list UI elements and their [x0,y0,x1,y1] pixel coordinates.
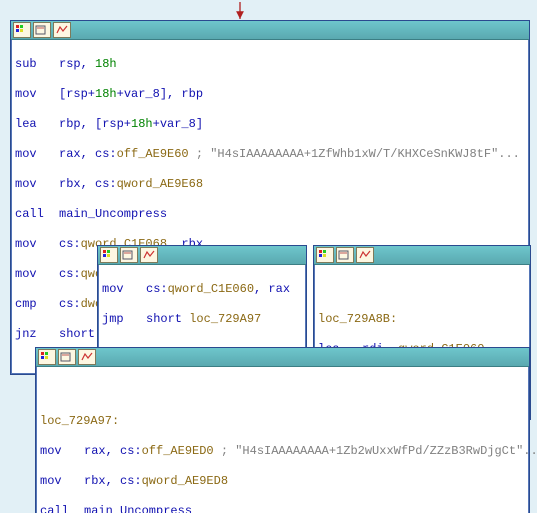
block-label: loc_729A8B: [318,312,397,326]
palette-icon[interactable] [38,349,56,365]
block-label: loc_729A97: [40,414,119,428]
disassembly[interactable]: movcs:qword_C1E060, rax jmpshort loc_729… [98,265,306,359]
edit-icon[interactable] [58,349,76,365]
palette-icon[interactable] [13,22,31,38]
disassembly[interactable]: loc_729A97: movrax, cs:off_AE9ED0 ; "H4s… [36,367,529,513]
palette-icon[interactable] [100,247,118,263]
cfg-node[interactable]: loc_729A97: movrax, cs:off_AE9ED0 ; "H4s… [35,347,530,513]
node-titlebar [11,21,529,40]
node-titlebar [314,246,530,265]
palette-icon[interactable] [316,247,334,263]
graph-icon[interactable] [140,247,158,263]
node-titlebar [36,348,529,367]
cfg-node[interactable]: movcs:qword_C1E060, rax jmpshort loc_729… [97,245,307,360]
graph-icon[interactable] [78,349,96,365]
edit-icon[interactable] [33,22,51,38]
node-titlebar [98,246,306,265]
graph-icon[interactable] [356,247,374,263]
edit-icon[interactable] [120,247,138,263]
graph-icon[interactable] [53,22,71,38]
edit-icon[interactable] [336,247,354,263]
